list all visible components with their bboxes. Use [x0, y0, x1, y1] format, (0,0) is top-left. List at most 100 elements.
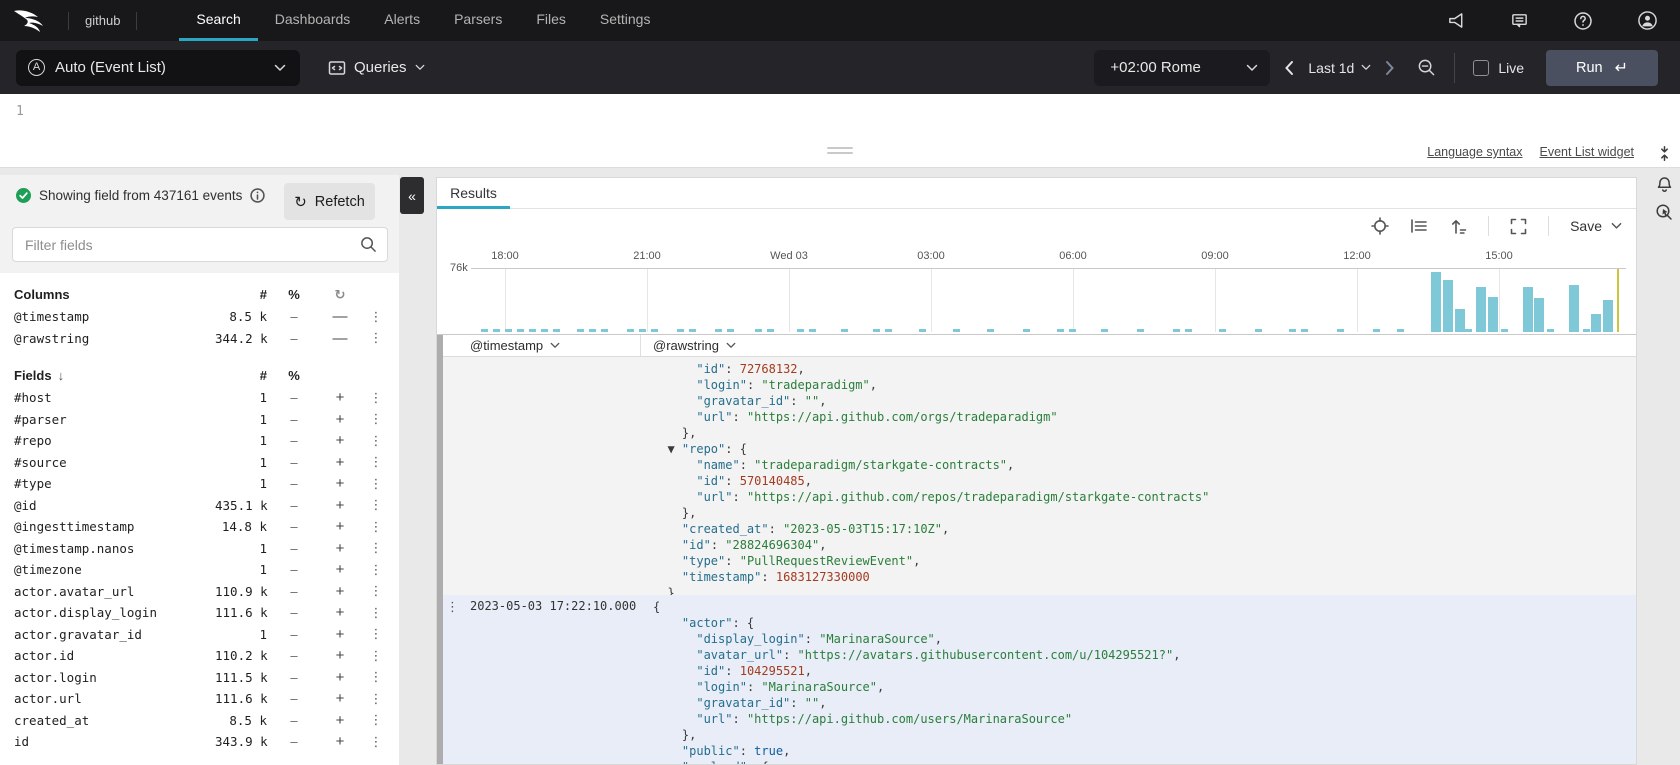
field-row[interactable]: #type 1 – + ⋮ [14, 473, 389, 495]
add-field-button[interactable]: + [317, 626, 363, 643]
query-editor[interactable]: 1 Language syntax Event List widget [0, 94, 1680, 168]
add-field-button[interactable]: + [317, 690, 363, 707]
view-selector-dropdown[interactable]: A Auto (Event List) [16, 50, 300, 86]
filter-fields-input[interactable] [25, 237, 360, 253]
field-row[interactable]: actor.url 111.6 k – + ⋮ [14, 688, 389, 710]
save-dropdown[interactable]: Save [1570, 218, 1622, 234]
field-menu-icon[interactable]: ⋮ [363, 562, 389, 578]
inspect-point-icon[interactable] [1371, 217, 1389, 235]
field-row[interactable]: actor.login 111.5 k – + ⋮ [14, 667, 389, 689]
field-menu-icon[interactable]: ⋮ [363, 648, 389, 664]
remove-column-indicator[interactable]: — [317, 330, 363, 347]
field-row[interactable]: actor.gravatar_id 1 – + ⋮ [14, 624, 389, 646]
field-row[interactable]: #repo 1 – + ⋮ [14, 430, 389, 452]
queries-dropdown[interactable]: Queries [328, 59, 425, 76]
field-menu-icon[interactable]: ⋮ [363, 626, 389, 642]
field-menu-icon[interactable]: ⋮ [363, 712, 389, 728]
language-syntax-link[interactable]: Language syntax [1427, 145, 1522, 159]
field-menu-icon[interactable]: ⋮ [363, 433, 389, 449]
add-field-button[interactable]: + [317, 454, 363, 471]
field-menu-icon[interactable]: ⋮ [363, 309, 389, 325]
field-row[interactable]: #host 1 – + ⋮ [14, 387, 389, 409]
add-field-button[interactable]: + [317, 540, 363, 557]
feedback-icon[interactable] [1510, 11, 1529, 30]
add-field-button[interactable]: + [317, 389, 363, 406]
field-row[interactable]: #source 1 – + ⋮ [14, 452, 389, 474]
histogram-bar[interactable] [1476, 287, 1486, 332]
field-menu-icon[interactable]: ⋮ [363, 519, 389, 535]
event-menu-icon[interactable]: ⋮ [446, 599, 459, 615]
fullscreen-icon[interactable] [1510, 218, 1527, 235]
field-menu-icon[interactable]: ⋮ [363, 669, 389, 685]
nav-tab-search[interactable]: Search [179, 0, 257, 41]
sort-order-icon[interactable] [1449, 218, 1467, 235]
field-row[interactable]: @timezone 1 – + ⋮ [14, 559, 389, 581]
field-row[interactable]: @id 435.1 k – + ⋮ [14, 495, 389, 517]
announcements-icon[interactable] [1447, 11, 1466, 30]
field-menu-icon[interactable]: ⋮ [363, 497, 389, 513]
histogram-bar[interactable] [1569, 285, 1579, 332]
nav-tab-parsers[interactable]: Parsers [437, 0, 519, 41]
refresh-columns-icon[interactable]: ↻ [317, 287, 363, 303]
field-row[interactable]: @ingesttimestamp 14.8 k – + ⋮ [14, 516, 389, 538]
nav-tab-files[interactable]: Files [519, 0, 583, 41]
add-field-button[interactable]: + [317, 411, 363, 428]
nav-tab-alerts[interactable]: Alerts [367, 0, 437, 41]
field-row[interactable]: actor.display_login 111.6 k – + ⋮ [14, 602, 389, 624]
table-scrollbar[interactable] [437, 335, 443, 764]
histogram-bar[interactable] [1443, 280, 1453, 332]
live-checkbox[interactable] [1473, 60, 1489, 76]
add-field-button[interactable]: + [317, 647, 363, 664]
histogram-bar[interactable] [1603, 300, 1613, 332]
time-range-dropdown[interactable]: Last 1d [1308, 60, 1371, 76]
field-menu-icon[interactable]: ⋮ [363, 540, 389, 556]
field-menu-icon[interactable]: ⋮ [363, 390, 389, 406]
event-row[interactable]: "id": 72768132, "login": "tradeparadigm"… [437, 357, 1636, 595]
run-button[interactable]: Run ↵ [1546, 50, 1658, 86]
histogram-bar[interactable] [1455, 309, 1465, 332]
help-icon[interactable] [1573, 11, 1593, 31]
align-rows-icon[interactable] [1410, 218, 1428, 234]
collapse-sidebar-button[interactable]: « [400, 177, 424, 214]
field-menu-icon[interactable]: ⋮ [363, 605, 389, 621]
notifications-bell-icon[interactable] [1656, 176, 1673, 194]
nav-tab-dashboards[interactable]: Dashboards [258, 0, 368, 41]
add-field-button[interactable]: + [317, 561, 363, 578]
search-interactions-icon[interactable] [1655, 203, 1673, 221]
sort-descending-icon[interactable]: ↓ [58, 368, 65, 383]
event-list-widget-link[interactable]: Event List widget [1540, 145, 1635, 159]
rawstring-column-header[interactable]: @rawstring [641, 335, 1636, 356]
add-field-button[interactable]: + [317, 604, 363, 621]
editor-resize-handle[interactable] [827, 144, 853, 154]
histogram-bar[interactable] [1523, 287, 1533, 332]
add-field-button[interactable]: + [317, 518, 363, 535]
repository-name[interactable]: github [85, 13, 120, 28]
field-row[interactable]: #parser 1 – + ⋮ [14, 409, 389, 431]
event-histogram[interactable]: 76k 18:0021:00Wed 0303:0006:0009:0012:00… [437, 243, 1636, 335]
remove-column-indicator[interactable]: — [317, 308, 363, 325]
field-row[interactable]: created_at 8.5 k – + ⋮ [14, 710, 389, 732]
field-row[interactable]: @timestamp 8.5 k – — ⋮ [14, 306, 389, 328]
histogram-bar[interactable] [1534, 298, 1544, 332]
field-menu-icon[interactable]: ⋮ [363, 454, 389, 470]
time-forward-icon[interactable] [1385, 60, 1395, 76]
info-icon[interactable] [250, 188, 265, 203]
zoom-out-time-icon[interactable] [1417, 58, 1436, 77]
histogram-bar[interactable] [1488, 297, 1498, 332]
refetch-button[interactable]: ↻ Refetch [284, 183, 375, 220]
add-field-button[interactable]: + [317, 432, 363, 449]
add-field-button[interactable]: + [317, 475, 363, 492]
collapse-editor-icon[interactable] [1658, 146, 1671, 161]
timestamp-column-header[interactable]: @timestamp [463, 335, 641, 356]
event-row[interactable]: ⋮ 2023-05-03 17:22:10.000 { "actor": { "… [437, 595, 1636, 764]
field-row[interactable]: id 343.9 k – + ⋮ [14, 731, 389, 753]
field-row[interactable]: actor.avatar_url 110.9 k – + ⋮ [14, 581, 389, 603]
field-menu-icon[interactable]: ⋮ [363, 330, 389, 346]
field-menu-icon[interactable]: ⋮ [363, 734, 389, 750]
field-menu-icon[interactable]: ⋮ [363, 583, 389, 599]
add-field-button[interactable]: + [317, 733, 363, 750]
field-row[interactable]: actor.id 110.2 k – + ⋮ [14, 645, 389, 667]
field-row[interactable]: @timestamp.nanos 1 – + ⋮ [14, 538, 389, 560]
field-menu-icon[interactable]: ⋮ [363, 476, 389, 492]
time-back-icon[interactable] [1284, 60, 1294, 76]
